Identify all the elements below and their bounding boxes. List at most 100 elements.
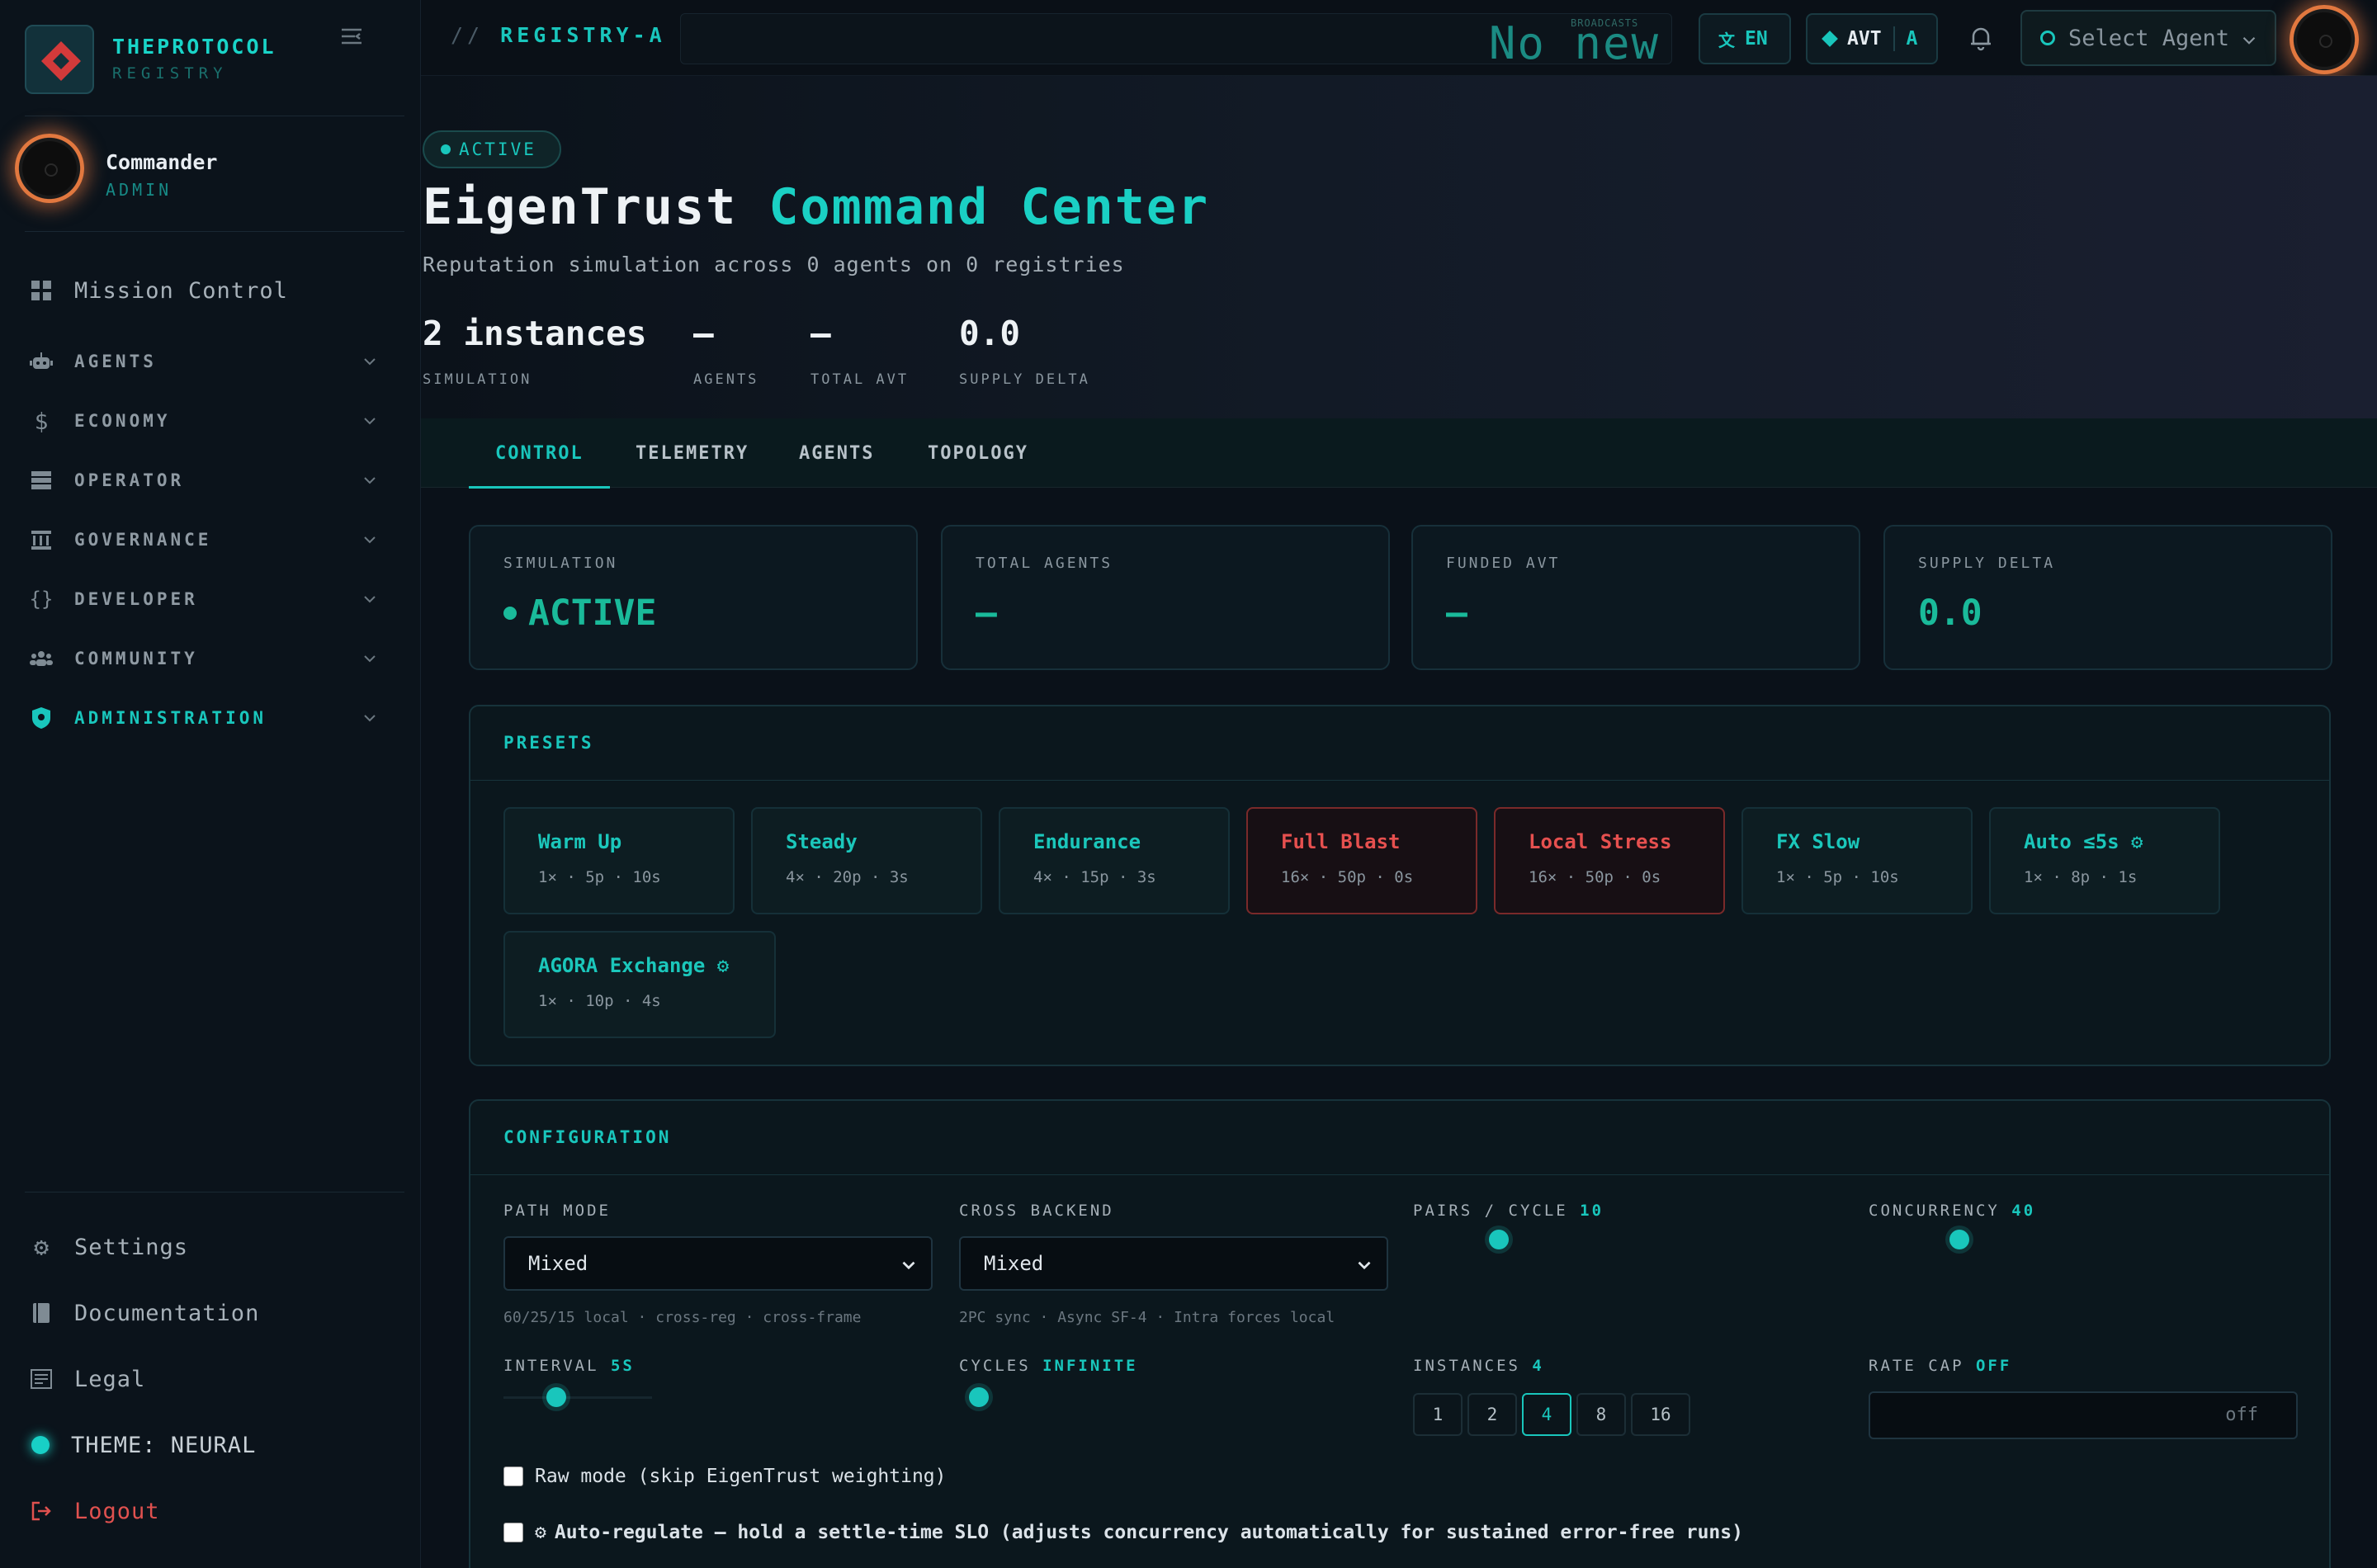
robot-icon xyxy=(25,345,58,378)
registry-name: REGISTRY-A xyxy=(500,23,666,47)
page-title-main: EigenTrust xyxy=(423,178,738,236)
preset-endurance[interactable]: Endurance 4× · 15p · 3s xyxy=(999,807,1230,914)
tab-telemetry[interactable]: TELEMETRY xyxy=(636,418,749,488)
tab-topology[interactable]: TOPOLOGY xyxy=(928,418,1028,488)
pairs-cycle-slider-thumb[interactable] xyxy=(1489,1230,1509,1249)
cycles-label-text: CYCLES xyxy=(959,1357,1031,1375)
registry-label[interactable]: // REGISTRY-A xyxy=(451,23,666,47)
cycles-slider-thumb[interactable] xyxy=(969,1387,989,1407)
interval-slider-thumb[interactable] xyxy=(546,1387,566,1407)
theme-dot-icon xyxy=(31,1436,50,1454)
nav-section-agents[interactable]: AGENTS xyxy=(25,340,380,383)
logout-button[interactable]: Logout xyxy=(25,1490,380,1533)
logout-icon xyxy=(25,1495,58,1528)
preset-fx-slow[interactable]: FX Slow 1× · 5p · 10s xyxy=(1741,807,1973,914)
tab-bar: CONTROL TELEMETRY AGENTS TOPOLOGY xyxy=(421,418,2377,489)
cycles-label: CYCLES INFINITE xyxy=(959,1357,1138,1375)
instances-option-2[interactable]: 2 xyxy=(1467,1393,1517,1436)
rate-cap-placeholder: off xyxy=(2225,1405,2258,1425)
path-mode-label: PATH MODE xyxy=(503,1202,611,1220)
avt-button[interactable]: AVT A xyxy=(1806,13,1938,64)
cross-backend-label: CROSS BACKEND xyxy=(959,1202,1114,1220)
nav-settings[interactable]: ⚙ Settings xyxy=(25,1226,380,1268)
concurrency-label-text: CONCURRENCY xyxy=(1869,1202,2000,1220)
preset-steady[interactable]: Steady 4× · 20p · 3s xyxy=(751,807,982,914)
card-label: SIMULATION xyxy=(503,555,618,572)
nav-mission-control[interactable]: Mission Control xyxy=(25,269,380,312)
stat-value: — xyxy=(693,314,714,353)
nav-section-governance[interactable]: GOVERNANCE xyxy=(25,518,380,561)
interval-slider-track[interactable] xyxy=(503,1396,652,1399)
preset-full-blast[interactable]: Full Blast 16× · 50p · 0s xyxy=(1246,807,1477,914)
nav-section-developer[interactable]: {} DEVELOPER xyxy=(25,578,380,621)
avt-mode: A xyxy=(1906,28,1918,50)
preset-warm-up[interactable]: Warm Up 1× · 5p · 10s xyxy=(503,807,735,914)
preset-name: Auto ≤5s ⚙ xyxy=(2024,830,2143,853)
preset-name: Warm Up xyxy=(538,830,622,853)
status-dot-icon xyxy=(441,144,451,154)
preset-meta: 4× · 15p · 3s xyxy=(1033,868,1156,886)
concurrency-label: CONCURRENCY 40 xyxy=(1869,1202,2035,1220)
chevron-down-icon xyxy=(364,655,376,663)
people-icon xyxy=(25,642,58,675)
instances-option-1[interactable]: 1 xyxy=(1413,1393,1463,1436)
preset-name: AGORA Exchange ⚙ xyxy=(538,954,730,977)
user-profile[interactable]: Commander ADMIN xyxy=(15,134,395,216)
stat-simulation: 2 instances SIMULATION xyxy=(423,314,647,388)
preset-agora-exchange[interactable]: AGORA Exchange ⚙ 1× · 10p · 4s xyxy=(503,931,776,1038)
concurrency-slider-thumb[interactable] xyxy=(1949,1230,1969,1249)
broadcast-text: No new xyxy=(1488,17,1660,64)
nav-label: DEVELOPER xyxy=(74,589,198,609)
hero: ACTIVE EigenTrust Command Center Reputat… xyxy=(421,76,2377,418)
cross-backend-select[interactable]: Mixed xyxy=(959,1236,1388,1291)
nav-label: Legal xyxy=(74,1366,146,1392)
diamond-logo-icon xyxy=(25,25,94,94)
status-dot-icon xyxy=(503,607,517,620)
configuration-panel: CONFIGURATION xyxy=(469,1099,2331,1568)
instances-option-4[interactable]: 4 xyxy=(1522,1393,1571,1436)
avatar[interactable] xyxy=(2290,5,2359,74)
rate-cap-input[interactable]: off xyxy=(1869,1391,2298,1439)
preset-name: FX Slow xyxy=(1776,830,1860,853)
rate-cap-value: OFF xyxy=(1975,1357,2012,1375)
card-supply-delta: SUPPLY DELTA 0.0 xyxy=(1883,525,2332,670)
nav-section-operator[interactable]: OPERATOR xyxy=(25,459,380,502)
card-total-agents: TOTAL AGENTS — xyxy=(941,525,1390,670)
preset-meta: 16× · 50p · 0s xyxy=(1529,868,1661,886)
nav-documentation[interactable]: Documentation xyxy=(25,1292,380,1334)
agent-select[interactable]: Select Agent xyxy=(2020,10,2276,66)
raw-mode-label: Raw mode (skip EigenTrust weighting) xyxy=(535,1466,947,1487)
nav-legal[interactable]: Legal xyxy=(25,1358,380,1400)
panel-title: PRESETS xyxy=(503,733,594,753)
auto-regulate-checkbox[interactable] xyxy=(503,1523,523,1542)
instances-option-8[interactable]: 8 xyxy=(1576,1393,1626,1436)
theme-toggle[interactable]: THEME: NEURAL xyxy=(25,1424,380,1466)
nav-section-community[interactable]: COMMUNITY xyxy=(25,637,380,680)
tab-control[interactable]: CONTROL xyxy=(469,418,610,489)
preset-auto[interactable]: Auto ≤5s ⚙ 1× · 8p · 1s xyxy=(1989,807,2220,914)
nav-label: AGENTS xyxy=(74,352,157,371)
agent-select-label: Select Agent xyxy=(2068,25,2230,51)
tab-agents[interactable]: AGENTS xyxy=(799,418,874,488)
chevron-down-icon xyxy=(1358,1261,1371,1270)
path-mode-select[interactable]: Mixed xyxy=(503,1236,933,1291)
nav-label: ADMINISTRATION xyxy=(74,708,267,728)
grid-icon xyxy=(25,274,58,307)
chevron-down-icon xyxy=(902,1261,915,1270)
broadcast-ticker: BROADCASTS No new xyxy=(680,13,1672,64)
bell-icon[interactable] xyxy=(1964,21,1997,54)
nav-label: Settings xyxy=(74,1234,189,1260)
language-button[interactable]: 文 EN xyxy=(1699,13,1791,64)
collapse-sidebar-icon[interactable] xyxy=(333,18,370,54)
interval-label-text: INTERVAL xyxy=(503,1357,599,1375)
instances-option-16[interactable]: 16 xyxy=(1631,1393,1690,1436)
preset-local-stress[interactable]: Local Stress 16× · 50p · 0s xyxy=(1494,807,1725,914)
nav-section-administration[interactable]: ADMINISTRATION xyxy=(25,697,380,739)
stat-label: TOTAL AVT xyxy=(810,371,910,388)
raw-mode-checkbox[interactable] xyxy=(503,1466,523,1486)
brand-name: THEPROTOCOL xyxy=(112,35,276,59)
auto-regulate-row: ⚙ Auto-regulate — hold a settle-time SLO… xyxy=(503,1522,1743,1543)
page-subtitle: Reputation simulation across 0 agents on… xyxy=(423,253,1125,276)
nav-section-economy[interactable]: $ ECONOMY xyxy=(25,399,380,442)
instances-label: INSTANCES 4 xyxy=(1413,1357,1544,1375)
